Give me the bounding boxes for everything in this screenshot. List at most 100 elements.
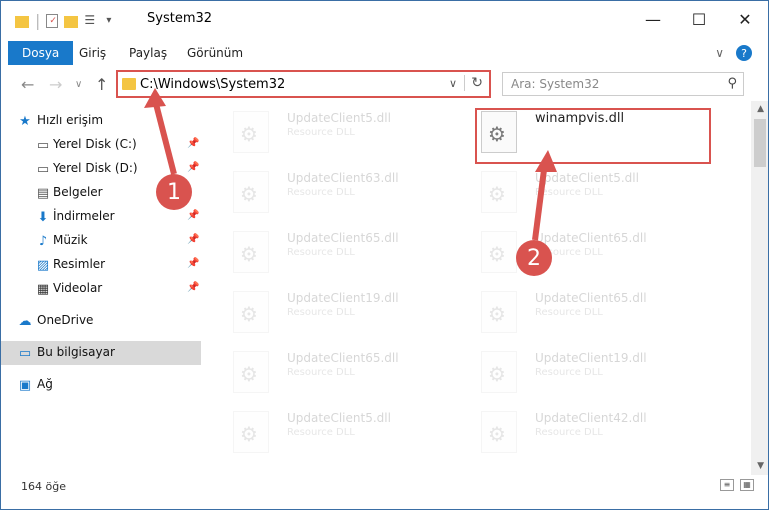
cloud-icon: ☁	[18, 313, 32, 329]
file-description: Resource DLL	[287, 427, 355, 438]
list-item[interactable]: ⚙ UpdateClient63.dll Resource DLL	[223, 161, 443, 217]
dll-file-icon: ⚙	[233, 231, 269, 273]
tab-home[interactable]: Giriş	[65, 41, 120, 65]
file-description: Resource DLL	[287, 247, 355, 258]
tab-share[interactable]: Paylaş	[115, 41, 181, 65]
file-description: Resource DLL	[287, 307, 355, 318]
details-view-icon[interactable]: ≡	[720, 479, 734, 491]
dll-file-icon: ⚙	[481, 411, 517, 453]
view-options-icon[interactable]: ☰	[84, 13, 100, 29]
maximize-button[interactable]: ☐	[676, 1, 722, 37]
step-badge-2: 2	[516, 240, 552, 276]
scroll-up-icon[interactable]: ▲	[757, 104, 764, 114]
sidebar-item-disk-c[interactable]: ▭ Yerel Disk (C:) 📌	[1, 133, 201, 157]
address-path[interactable]: C:\Windows\System32	[140, 77, 285, 92]
sidebar-item-label: Müzik	[53, 233, 88, 247]
large-icons-view-icon[interactable]: ▦	[740, 479, 754, 491]
pin-icon[interactable]: 📌	[187, 210, 199, 221]
search-input[interactable]: Ara: System32 ⚲	[502, 72, 744, 96]
list-item[interactable]: ⚙ UpdateClient5.dll Resource DLL	[223, 401, 443, 457]
status-bar: 164 öğe ≡ ▦	[1, 475, 768, 497]
scrollbar-thumb[interactable]	[754, 119, 766, 167]
music-icon: ♪	[38, 233, 48, 249]
list-item[interactable]: ⚙ UpdateClient19.dll Resource DLL	[471, 341, 691, 397]
navigation-pane: ★ Hızlı erişim ▭ Yerel Disk (C:) 📌 ▭ Yer…	[1, 101, 203, 471]
pictures-icon: ▨	[36, 257, 50, 273]
tab-view[interactable]: Görünüm	[173, 41, 257, 65]
pin-icon[interactable]: 📌	[187, 282, 199, 293]
up-arrow-icon[interactable]: ↑	[95, 75, 108, 94]
dll-file-icon: ⚙	[233, 351, 269, 393]
sidebar-item-this-pc[interactable]: ▭ Bu bilgisayar	[1, 341, 201, 365]
window-controls: — ☐ ✕	[630, 1, 768, 37]
sidebar-item-music[interactable]: ♪ Müzik 📌	[1, 229, 201, 253]
file-description: Resource DLL	[287, 187, 355, 198]
properties-icon[interactable]: ✓	[46, 13, 59, 28]
sidebar-item-label: Videolar	[53, 281, 103, 295]
file-name: UpdateClient65.dll	[287, 231, 399, 245]
minimize-button[interactable]: —	[630, 1, 676, 37]
dll-file-icon: ⚙	[233, 111, 269, 153]
file-name: UpdateClient5.dll	[287, 111, 391, 125]
close-button[interactable]: ✕	[722, 1, 768, 37]
tab-file[interactable]: Dosya	[8, 41, 74, 65]
quick-access-toolbar: | ✓ ☰ ▾	[15, 11, 111, 30]
dll-file-icon: ⚙	[481, 231, 517, 273]
file-name: UpdateClient65.dll	[287, 351, 399, 365]
list-item[interactable]: ⚙ UpdateClient5.dll Resource DLL	[223, 101, 443, 157]
folder-icon[interactable]	[15, 15, 29, 28]
forward-arrow-icon[interactable]: →	[49, 75, 62, 94]
file-name: UpdateClient5.dll	[287, 411, 391, 425]
pin-icon[interactable]: 📌	[187, 162, 199, 173]
window-title: System32	[147, 11, 213, 26]
list-item[interactable]: ⚙ UpdateClient19.dll Resource DLL	[223, 281, 443, 337]
file-description: Resource DLL	[287, 367, 355, 378]
pin-icon[interactable]: 📌	[187, 138, 199, 149]
scroll-down-icon[interactable]: ▼	[757, 461, 764, 471]
documents-icon: ▤	[36, 185, 50, 201]
list-item[interactable]: ⚙ UpdateClient65.dll Resource DLL	[223, 221, 443, 277]
list-item[interactable]: ⚙ UpdateClient65.dll Resource DLL	[223, 341, 443, 397]
expand-ribbon-icon[interactable]: ∨	[715, 46, 724, 60]
folder-icon	[122, 78, 136, 90]
download-icon: ⬇	[37, 209, 49, 225]
file-name: UpdateClient65.dll	[535, 231, 647, 245]
pin-icon[interactable]: 📌	[187, 258, 199, 269]
file-description: Resource DLL	[535, 367, 603, 378]
help-icon[interactable]: ?	[736, 45, 752, 61]
sidebar-item-onedrive[interactable]: ☁ OneDrive	[1, 309, 201, 333]
back-arrow-icon[interactable]: ←	[21, 75, 34, 94]
sidebar-item-label: İndirmeler	[53, 209, 115, 223]
sidebar-item-quick-access[interactable]: ★ Hızlı erişim	[1, 109, 201, 133]
view-switcher: ≡ ▦	[720, 479, 754, 491]
file-description: Resource DLL	[535, 307, 603, 318]
list-item[interactable]: ⚙ UpdateClient5.dll Resource DLL	[471, 161, 691, 217]
sidebar-item-pictures[interactable]: ▨ Resimler 📌	[1, 253, 201, 277]
search-icon[interactable]: ⚲	[727, 76, 737, 91]
file-explorer-window: | ✓ ☰ ▾ System32 — ☐ ✕ Dosya Giriş Payla…	[0, 0, 769, 510]
sidebar-item-videos[interactable]: ▦ Videolar 📌	[1, 277, 201, 301]
chevron-down-icon[interactable]: ∨	[449, 77, 457, 90]
drive-icon: ▭	[36, 137, 50, 153]
list-item[interactable]: ⚙ UpdateClient65.dll Resource DLL	[471, 281, 691, 337]
file-description: Resource DLL	[535, 187, 603, 198]
new-folder-icon[interactable]	[64, 15, 79, 28]
pin-icon[interactable]: 📌	[187, 234, 199, 245]
list-item[interactable]: ⚙ UpdateClient42.dll Resource DLL	[471, 401, 691, 457]
dll-file-icon: ⚙	[481, 351, 517, 393]
dll-file-icon: ⚙	[481, 171, 517, 213]
sidebar-item-network[interactable]: ▣ Ağ	[1, 373, 201, 397]
title-bar: | ✓ ☰ ▾ System32 — ☐ ✕	[1, 1, 768, 37]
recent-locations-icon[interactable]: ∨	[75, 79, 82, 90]
list-item[interactable]: ⚙ UpdateClient65.dll Resource DLL	[471, 221, 691, 277]
computer-icon: ▭	[18, 345, 32, 361]
sidebar-item-label: Hızlı erişim	[37, 113, 104, 127]
search-placeholder: Ara: System32	[511, 77, 600, 91]
refresh-icon[interactable]: ↻	[464, 75, 483, 91]
dll-file-icon: ⚙	[233, 291, 269, 333]
sidebar-item-label: OneDrive	[37, 313, 94, 327]
address-bar[interactable]: C:\Windows\System32 ∨ ↻	[116, 70, 491, 98]
file-name: UpdateClient5.dll	[535, 171, 639, 185]
customize-toolbar-icon[interactable]: ▾	[106, 15, 111, 26]
file-name: UpdateClient65.dll	[535, 291, 647, 305]
